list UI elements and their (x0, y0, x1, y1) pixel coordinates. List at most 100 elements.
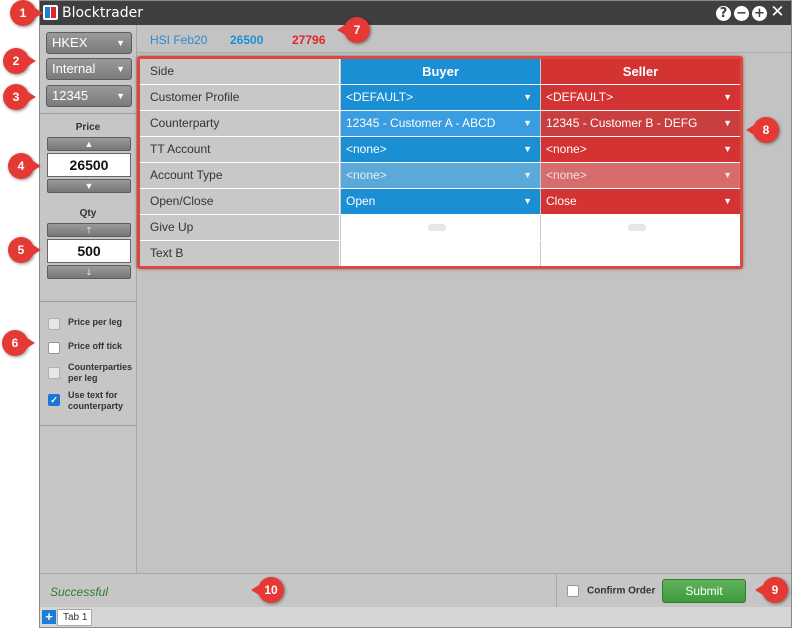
buyer-header: Buyer (341, 59, 540, 84)
bid-price: 26500 (230, 33, 264, 47)
blocktrader-logo-icon (43, 5, 58, 20)
grid-row-tt-account: TT Account <none> ▼ <none> ▼ (140, 137, 740, 163)
submit-button[interactable]: Submit (662, 579, 746, 603)
callout-9: 9 (755, 577, 788, 603)
tab-bar: + Tab 1 (40, 607, 791, 627)
price-off-tick-checkbox[interactable] (48, 342, 60, 354)
chevron-down-icon: ▼ (723, 92, 732, 102)
option-label: Counterparties per leg (68, 362, 133, 383)
window-controls: ? − + ✕ (713, 4, 785, 21)
divider (556, 574, 557, 608)
blocktrader-window: Blocktrader ? − + ✕ HKEX ▼ Internal ▼ 12345 ▼ … (39, 0, 792, 628)
buyer-tt-account-dropdown[interactable]: <none> ▼ (341, 137, 540, 162)
option-label: Use text for counterparty (68, 390, 124, 411)
divider (40, 113, 136, 114)
dropdown-value: Open (346, 194, 376, 208)
chevron-down-icon: ▼ (116, 38, 125, 48)
dropdown-value: <DEFAULT> (546, 90, 614, 104)
divider (40, 301, 136, 302)
chevron-down-icon: ▼ (723, 196, 732, 206)
callout-3: 3 (3, 84, 36, 110)
seller-account-type-dropdown: <none> ▼ (541, 163, 740, 188)
seller-customer-profile-dropdown[interactable]: <DEFAULT> ▼ (541, 85, 740, 110)
dropdown-value: <DEFAULT> (346, 90, 414, 104)
price-per-leg-checkbox[interactable] (48, 318, 60, 330)
account-value: 12345 (52, 88, 89, 103)
callout-10: 10 (251, 577, 284, 603)
account-type-dropdown[interactable]: Internal ▼ (46, 58, 132, 80)
grid-row-counterparty: Counterparty 12345 - Customer A - ABCD ▼ … (140, 111, 740, 137)
left-panel: HKEX ▼ Internal ▼ 12345 ▼ Price ▲ 26500 ▼ Q… (40, 25, 137, 573)
title-bar[interactable]: Blocktrader ? − + ✕ (40, 1, 791, 25)
price-input[interactable]: 26500 (47, 153, 131, 177)
status-bar: Successful Confirm Order Submit (40, 573, 791, 608)
order-grid: Side Buyer Seller Customer Profile <DEFA… (137, 56, 743, 269)
row-label: Text B (140, 241, 340, 266)
help-icon[interactable]: ? (716, 6, 731, 21)
grid-row-text-b: Text B (140, 241, 740, 266)
arrow-up-icon: 🡑 (86, 225, 92, 235)
tab-1[interactable]: Tab 1 (57, 609, 92, 626)
price-down-button[interactable]: ▼ (47, 179, 131, 193)
buyer-counterparty-dropdown[interactable]: 12345 - Customer A - ABCD ▼ (341, 111, 540, 136)
use-text-for-counterparty-checkbox[interactable]: ✓ (48, 394, 60, 406)
qty-input[interactable]: 500 (47, 239, 131, 263)
buyer-customer-profile-dropdown[interactable]: <DEFAULT> ▼ (341, 85, 540, 110)
buyer-text-b-input[interactable] (341, 241, 540, 266)
ask-price: 27796 (292, 33, 326, 47)
minimize-icon[interactable]: − (734, 6, 749, 21)
seller-give-up-input[interactable] (541, 215, 740, 240)
main-area: Side Buyer Seller Customer Profile <DEFA… (137, 53, 791, 573)
grid-row-open-close: Open/Close Open ▼ Close ▼ (140, 189, 740, 215)
triangle-up-icon: ▲ (84, 139, 94, 149)
chevron-down-icon: ▼ (523, 196, 532, 206)
option-label: Price per leg (68, 317, 123, 327)
chevron-down-icon: ▼ (523, 118, 532, 128)
seller-open-close-dropdown[interactable]: Close ▼ (541, 189, 740, 214)
dropdown-value: 12345 - Customer A - ABCD (346, 116, 496, 130)
seller-counterparty-dropdown[interactable]: 12345 - Customer B - DEFG ▼ (541, 111, 740, 136)
arrow-down-icon: 🡓 (86, 267, 92, 277)
chevron-down-icon: ▼ (116, 91, 125, 101)
qty-label: Qty (79, 208, 97, 219)
qty-down-button[interactable]: 🡓 (47, 265, 131, 279)
exchange-dropdown[interactable]: HKEX ▼ (46, 32, 132, 54)
row-label: Give Up (140, 215, 340, 240)
grid-row-side: Side Buyer Seller (140, 59, 740, 85)
grid-row-give-up: Give Up (140, 215, 740, 241)
account-type-value: Internal (52, 61, 96, 76)
blurred-placeholder (428, 224, 446, 231)
instrument-name: HSI Feb20 (150, 33, 208, 47)
buyer-account-type-dropdown: <none> ▼ (341, 163, 540, 188)
callout-7: 7 (337, 17, 370, 43)
price-label: Price (75, 122, 101, 133)
callout-4: 4 (8, 153, 41, 179)
grid-row-account-type: Account Type <none> ▼ <none> ▼ (140, 163, 740, 189)
confirm-order-checkbox[interactable] (567, 585, 579, 597)
row-label: Side (140, 59, 340, 84)
seller-text-b-input[interactable] (541, 241, 740, 266)
chevron-down-icon: ▼ (723, 144, 732, 154)
row-label: Counterparty (140, 111, 340, 136)
counterparties-per-leg-checkbox[interactable] (48, 367, 60, 379)
buyer-open-close-dropdown[interactable]: Open ▼ (341, 189, 540, 214)
account-dropdown[interactable]: 12345 ▼ (46, 85, 132, 107)
confirm-order-label: Confirm Order (587, 585, 656, 597)
confirm-order-option[interactable]: Confirm Order (567, 585, 655, 597)
row-label: TT Account (140, 137, 340, 162)
instrument-bar: HSI Feb20 26500 27796 (137, 25, 791, 53)
add-tab-button[interactable]: + (42, 610, 56, 624)
dropdown-value: <none> (546, 142, 587, 156)
callout-8: 8 (746, 117, 779, 143)
callout-1: 1 (10, 0, 43, 26)
close-icon[interactable]: ✕ (770, 4, 785, 21)
chevron-down-icon: ▼ (523, 144, 532, 154)
seller-tt-account-dropdown[interactable]: <none> ▼ (541, 137, 740, 162)
status-message: Successful (50, 585, 109, 599)
price-up-button[interactable]: ▲ (47, 137, 131, 151)
add-window-icon[interactable]: + (752, 6, 767, 21)
chevron-down-icon: ▼ (723, 170, 732, 180)
callout-5: 5 (8, 237, 41, 263)
qty-up-button[interactable]: 🡑 (47, 223, 131, 237)
buyer-give-up-input[interactable] (341, 215, 540, 240)
